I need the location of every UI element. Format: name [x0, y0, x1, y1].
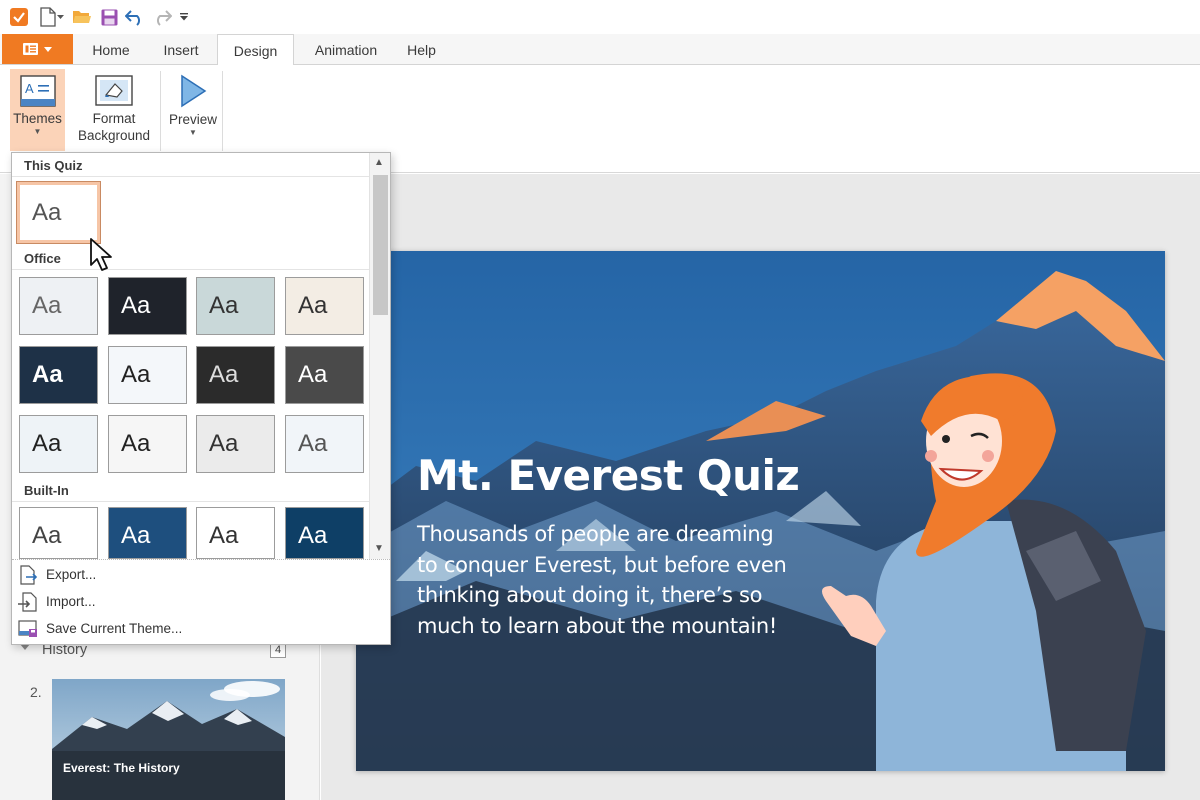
thumbnail-title: Everest: The History: [63, 761, 180, 775]
themes-dropdown: This Quiz Aa Office Aa Aa Aa Aa Aa Aa Aa…: [11, 152, 391, 645]
theme-tile[interactable]: Aa: [196, 507, 275, 559]
theme-tile[interactable]: Aa: [108, 346, 187, 404]
import-icon: [18, 592, 37, 612]
save-theme-label: Save Current Theme...: [46, 621, 183, 636]
theme-tile-sample: Aa: [298, 522, 328, 549]
preview-label: Preview: [168, 112, 217, 127]
theme-tile-sample: Aa: [298, 292, 328, 319]
theme-tile[interactable]: Aa: [285, 277, 364, 335]
theme-tile[interactable]: Aa: [19, 277, 98, 335]
chevron-down-icon: [44, 46, 52, 52]
theme-tile-sample: Aa: [209, 522, 239, 549]
mouse-cursor-icon: [90, 238, 112, 271]
theme-tile[interactable]: Aa: [285, 346, 364, 404]
theme-tile[interactable]: Aa: [285, 507, 364, 559]
chevron-up-icon[interactable]: ▲: [374, 157, 384, 168]
play-icon: [181, 74, 207, 108]
format-background-label-line1: Format: [92, 111, 136, 126]
preview-button[interactable]: Preview ▼: [165, 69, 221, 151]
slide[interactable]: Mt. Everest Quiz Thousands of people are…: [356, 251, 1165, 771]
theme-tile[interactable]: Aa: [196, 277, 275, 335]
import-label: Import...: [46, 594, 96, 609]
slide-number: 2.: [30, 684, 42, 700]
redo-icon[interactable]: [152, 7, 172, 27]
scrollbar-thumb[interactable]: [373, 175, 388, 315]
import-theme-item[interactable]: Import...: [12, 588, 390, 615]
theme-tile-sample: Aa: [32, 199, 62, 226]
theme-tile-sample: Aa: [209, 430, 239, 457]
open-folder-icon[interactable]: [72, 7, 92, 27]
chevron-down-icon[interactable]: ▼: [374, 543, 384, 554]
ribbon-separator: [160, 71, 161, 151]
theme-tile-sample: Aa: [32, 522, 62, 549]
themes-button[interactable]: A Themes ▼: [10, 69, 65, 151]
theme-tile-sample: Aa: [298, 361, 328, 388]
customize-icon[interactable]: [177, 7, 191, 27]
chevron-down-icon[interactable]: [55, 7, 65, 27]
save-icon[interactable]: [99, 7, 119, 27]
themes-icon: A: [19, 75, 56, 107]
theme-tile[interactable]: Aa: [196, 346, 275, 404]
section-office: Office: [12, 248, 372, 270]
chevron-down-icon: ▼: [33, 127, 42, 136]
theme-tile-sample: Aa: [121, 292, 151, 319]
theme-tile-sample: Aa: [121, 522, 151, 549]
theme-tile[interactable]: Aa: [108, 277, 187, 335]
tab-help[interactable]: Help: [394, 34, 449, 65]
tab-design[interactable]: Design: [217, 34, 294, 66]
export-label: Export...: [46, 567, 97, 582]
tab-animation[interactable]: Animation: [300, 34, 392, 65]
theme-tile-sample: Aa: [209, 361, 239, 388]
menu-divider: [12, 559, 390, 560]
file-menu-button[interactable]: [2, 34, 73, 64]
app-check-icon: [9, 7, 29, 27]
slide-title: Mt. Everest Quiz: [417, 451, 800, 500]
theme-tile-sample: Aa: [32, 292, 62, 319]
save-current-theme-item[interactable]: Save Current Theme...: [12, 615, 390, 642]
theme-tile-sample: Aa: [121, 361, 151, 388]
export-theme-item[interactable]: Export...: [12, 561, 390, 588]
theme-tile[interactable]: Aa: [19, 346, 98, 404]
slide-subtitle: Thousands of people are dreaming to conq…: [417, 522, 787, 638]
undo-icon[interactable]: [125, 7, 145, 27]
mountain-thumbnail-image: [52, 679, 285, 800]
title-bar: [0, 0, 1200, 34]
format-background-icon: [95, 75, 133, 106]
theme-tile-sample: Aa: [121, 430, 151, 457]
ribbon-separator: [222, 71, 223, 151]
theme-tile-sample: Aa: [32, 430, 62, 457]
theme-tile[interactable]: Aa: [108, 507, 187, 559]
slide-thumbnail[interactable]: Everest: The History: [52, 679, 285, 800]
theme-tile-current[interactable]: Aa: [16, 181, 101, 244]
save-theme-icon: [18, 620, 37, 637]
theme-tile[interactable]: Aa: [108, 415, 187, 473]
section-this-quiz: This Quiz: [12, 155, 372, 177]
theme-tile[interactable]: Aa: [196, 415, 275, 473]
svg-text:A: A: [25, 81, 34, 96]
menu-icon: [23, 43, 38, 55]
theme-tile-sample: Aa: [32, 361, 63, 388]
format-background-label-line2: Background: [77, 128, 151, 143]
theme-tile[interactable]: Aa: [19, 507, 98, 559]
mountain-background-image: [356, 251, 1165, 771]
theme-tile-sample: Aa: [298, 430, 328, 457]
tab-bar: Home Insert Design Animation Help: [0, 34, 1200, 66]
export-icon: [20, 565, 38, 585]
scrollbar[interactable]: ▲ ▼: [369, 153, 390, 559]
theme-tile[interactable]: Aa: [19, 415, 98, 473]
tab-home[interactable]: Home: [76, 34, 146, 65]
chevron-down-icon: [20, 644, 30, 650]
chevron-down-icon: ▼: [189, 128, 197, 137]
theme-tile[interactable]: Aa: [285, 415, 364, 473]
format-background-button[interactable]: Format Background: [72, 69, 156, 151]
themes-label: Themes: [13, 111, 62, 126]
tab-insert[interactable]: Insert: [148, 34, 214, 65]
section-built-in: Built-In: [12, 480, 372, 502]
theme-tile-sample: Aa: [209, 292, 239, 319]
